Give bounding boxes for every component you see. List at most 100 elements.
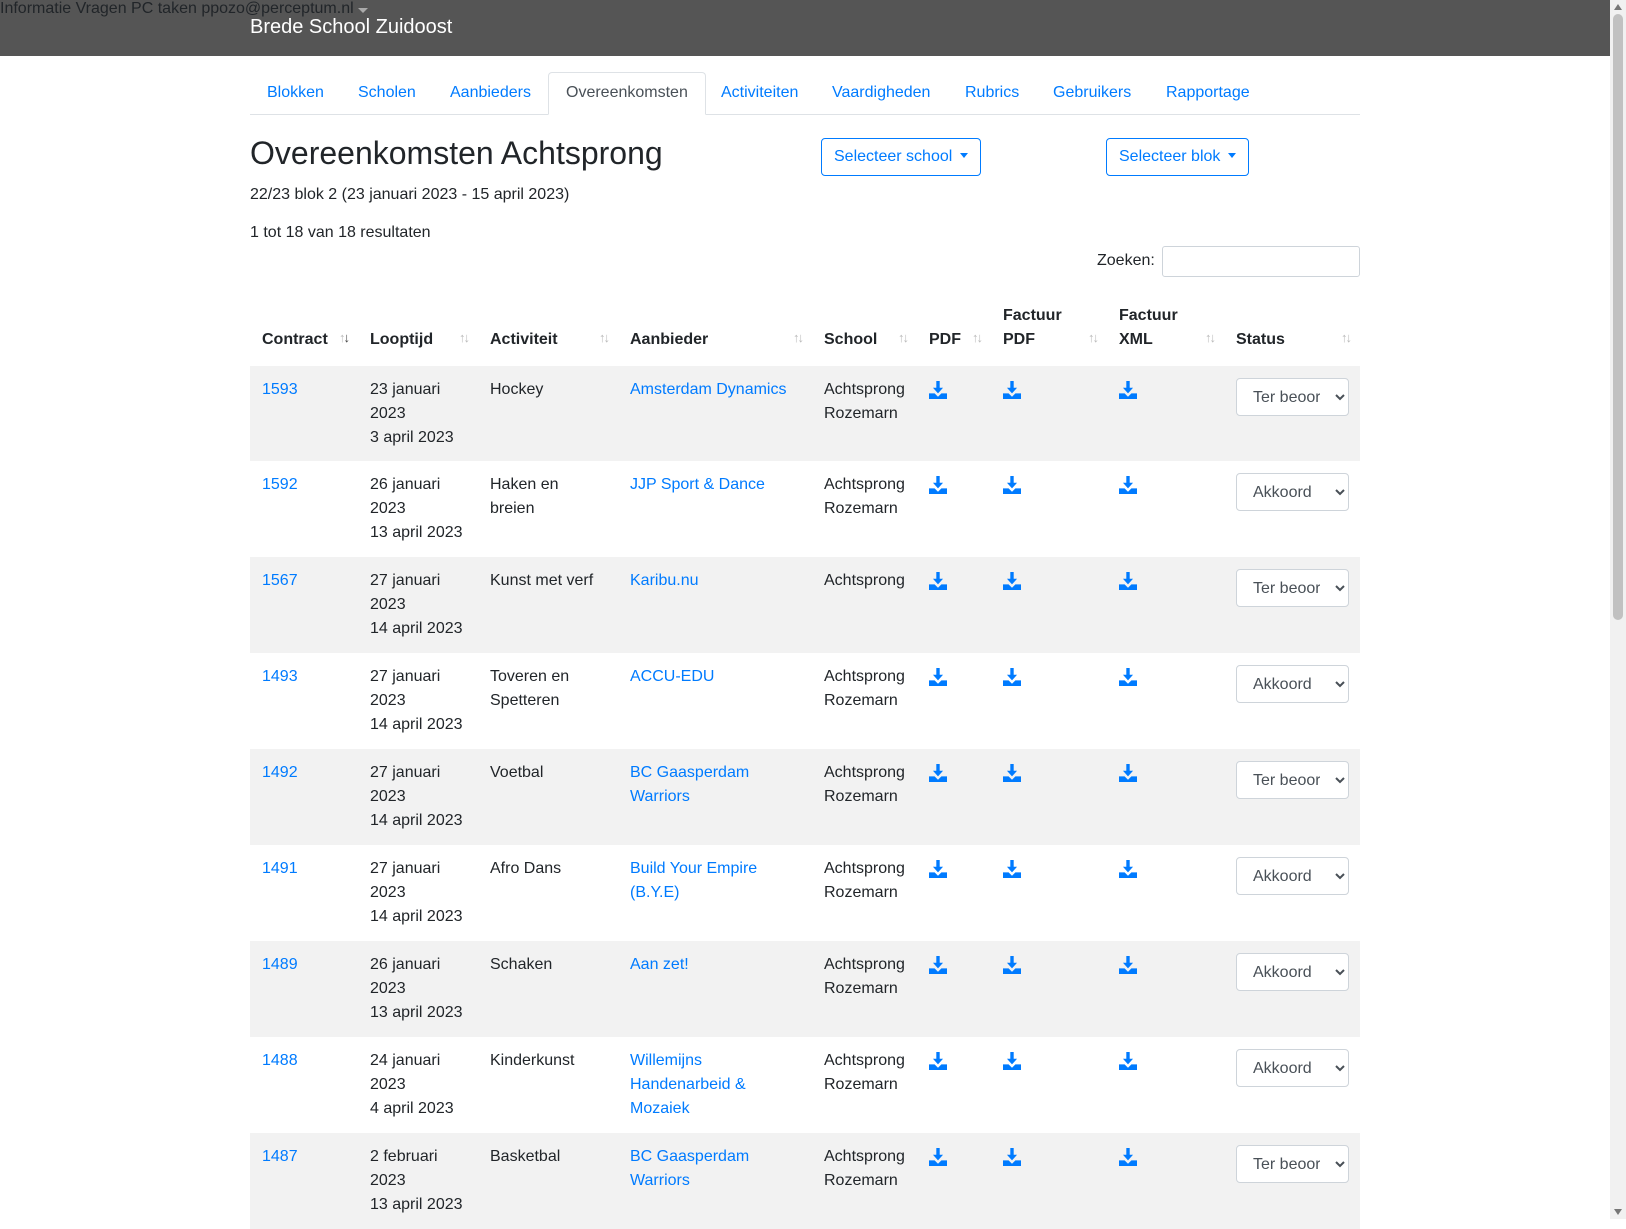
download-pdf-icon[interactable]: [929, 860, 947, 878]
aanbieder-link[interactable]: BC Gaasperdam Warriors: [630, 764, 749, 805]
table-row: 1489 26 januari 2023 13 april 2023 Schake…: [250, 941, 1360, 1037]
download-pdf-icon[interactable]: [929, 476, 947, 494]
download-pdf-icon[interactable]: [929, 1148, 947, 1166]
select-block-button[interactable]: Selecteer blok: [1106, 138, 1250, 176]
period-text: 22/23 blok 2 (23 januari 2023 - 15 april…: [250, 186, 570, 203]
aanbieder-link[interactable]: JJP Sport & Dance: [630, 476, 765, 493]
school-cell: Achtsprong: [812, 557, 917, 653]
search-input[interactable]: [1162, 246, 1360, 277]
header-status[interactable]: Status ↑↓: [1224, 296, 1360, 366]
page-scrollbar[interactable]: [1610, 0, 1626, 1219]
tab-overeenkomsten[interactable]: Overeenkomsten: [548, 72, 706, 115]
status-select[interactable]: Ter beoordelingAkkoord: [1236, 569, 1349, 607]
download-factuur-pdf-icon[interactable]: [1003, 1052, 1021, 1070]
table-row: 1567 27 januari 2023 14 april 2023 Kunst …: [250, 557, 1360, 653]
status-select[interactable]: Ter beoordelingAkkoord: [1236, 761, 1349, 799]
contract-link[interactable]: 1567: [262, 572, 298, 589]
header-pdf[interactable]: PDF ↑↓: [917, 296, 991, 366]
status-select[interactable]: Ter beoordelingAkkoord: [1236, 1049, 1349, 1087]
tab-scholen[interactable]: Scholen: [341, 72, 433, 114]
header-aanbieder[interactable]: Aanbieder ↑↓: [618, 296, 812, 366]
aanbieder-link[interactable]: Build Your Empire (B.Y.E): [630, 860, 757, 901]
status-select[interactable]: Ter beoordelingAkkoord: [1236, 473, 1349, 511]
activiteit-cell: Kinderkunst: [490, 1052, 575, 1069]
status-select[interactable]: Ter beoordelingAkkoord: [1236, 857, 1349, 895]
sort-icon: ↑↓: [339, 330, 350, 345]
top-navbar: Brede School Zuidoost Informatie Vragen …: [0, 0, 1610, 56]
download-pdf-icon[interactable]: [929, 1052, 947, 1070]
tab-vaardigheden[interactable]: Vaardigheden: [815, 72, 947, 114]
download-factuur-xml-icon[interactable]: [1119, 1148, 1137, 1166]
school-cell: Achtsprong Rozemarn: [824, 668, 905, 709]
activiteit-cell: Hockey: [478, 365, 618, 461]
download-factuur-pdf-icon[interactable]: [1003, 764, 1021, 782]
download-factuur-pdf-icon[interactable]: [1003, 572, 1021, 590]
download-factuur-xml-icon[interactable]: [1119, 381, 1137, 399]
header-looptijd[interactable]: Looptijd ↑↓: [358, 296, 478, 366]
download-factuur-pdf-icon[interactable]: [1003, 668, 1021, 686]
table-row: 1593 23 januari 2023 3 april 2023 Hockey …: [250, 365, 1360, 461]
header-school[interactable]: School ↑↓: [812, 296, 917, 366]
nav-link-pc-taken[interactable]: PC taken: [131, 0, 197, 17]
header-factuur-xml[interactable]: Factuur XML ↑↓: [1107, 296, 1224, 366]
header-activiteit[interactable]: Activiteit ↑↓: [478, 296, 618, 366]
aanbieder-link[interactable]: ACCU-EDU: [630, 668, 714, 685]
select-school-button[interactable]: Selecteer school: [821, 138, 982, 176]
download-pdf-icon[interactable]: [929, 668, 947, 686]
brand-title[interactable]: Brede School Zuidoost: [250, 16, 452, 39]
school-cell: Achtsprong Rozemarn: [824, 860, 905, 901]
download-factuur-xml-icon[interactable]: [1119, 764, 1137, 782]
download-pdf-icon[interactable]: [929, 381, 947, 399]
download-factuur-pdf-icon[interactable]: [1003, 476, 1021, 494]
contract-link[interactable]: 1492: [262, 764, 298, 781]
table-row: 1493 27 januari 2023 14 april 2023 Tovere…: [250, 653, 1360, 749]
tab-rubrics[interactable]: Rubrics: [948, 72, 1036, 114]
download-factuur-pdf-icon[interactable]: [1003, 1148, 1021, 1166]
scroll-down-arrow-icon[interactable]: [1614, 1209, 1622, 1215]
download-factuur-xml-icon[interactable]: [1119, 572, 1137, 590]
tab-blokken[interactable]: Blokken: [250, 72, 341, 114]
aanbieder-link[interactable]: Willemijns Handenarbeid & Mozaiek: [630, 1052, 746, 1117]
header-contract[interactable]: Contract ↑↓: [250, 296, 358, 366]
nav-link-informatie[interactable]: Informatie: [0, 0, 71, 17]
status-select[interactable]: Ter beoordelingAkkoord: [1236, 953, 1349, 991]
download-factuur-pdf-icon[interactable]: [1003, 381, 1021, 399]
status-select[interactable]: Ter beoordelingAkkoord: [1236, 378, 1349, 416]
download-pdf-icon[interactable]: [929, 572, 947, 590]
user-menu-caret-icon[interactable]: [358, 0, 369, 17]
aanbieder-link[interactable]: Aan zet!: [630, 956, 689, 973]
nav-link-vragen[interactable]: Vragen: [76, 0, 127, 17]
download-pdf-icon[interactable]: [929, 764, 947, 782]
scrollbar-thumb[interactable]: [1613, 14, 1623, 620]
dropdown-caret-icon: [960, 153, 969, 158]
contract-link[interactable]: 1488: [262, 1052, 298, 1069]
contract-link[interactable]: 1493: [262, 668, 298, 685]
contract-link[interactable]: 1592: [262, 476, 298, 493]
tab-gebruikers[interactable]: Gebruikers: [1036, 72, 1148, 114]
tab-rapportage[interactable]: Rapportage: [1149, 72, 1267, 114]
tab-aanbieders[interactable]: Aanbieders: [433, 72, 548, 114]
download-factuur-xml-icon[interactable]: [1119, 668, 1137, 686]
status-select[interactable]: Ter beoordelingAkkoord: [1236, 1145, 1349, 1183]
download-factuur-xml-icon[interactable]: [1119, 1052, 1137, 1070]
download-factuur-xml-icon[interactable]: [1119, 860, 1137, 878]
contract-link[interactable]: 1491: [262, 860, 298, 877]
header-factuur-pdf[interactable]: Factuur PDF ↑↓: [991, 296, 1107, 366]
status-select[interactable]: Ter beoordelingAkkoord: [1236, 665, 1349, 703]
scroll-up-arrow-icon[interactable]: [1614, 4, 1622, 10]
aanbieder-link[interactable]: Amsterdam Dynamics: [630, 381, 786, 398]
contract-link[interactable]: 1487: [262, 1148, 298, 1165]
school-cell: Achtsprong Rozemarn: [812, 365, 917, 461]
contract-link[interactable]: 1593: [262, 381, 298, 398]
download-factuur-xml-icon[interactable]: [1119, 956, 1137, 974]
nav-link-user-email[interactable]: ppozo@perceptum.nl: [201, 0, 353, 17]
aanbieder-link[interactable]: Karibu.nu: [630, 572, 699, 589]
download-factuur-pdf-icon[interactable]: [1003, 860, 1021, 878]
download-factuur-xml-icon[interactable]: [1119, 476, 1137, 494]
tab-activiteiten[interactable]: Activiteiten: [704, 72, 815, 114]
aanbieder-link[interactable]: BC Gaasperdam Warriors: [630, 1148, 749, 1189]
download-pdf-icon[interactable]: [929, 956, 947, 974]
contract-link[interactable]: 1489: [262, 956, 298, 973]
download-factuur-pdf-icon[interactable]: [1003, 956, 1021, 974]
school-cell: Achtsprong Rozemarn: [824, 476, 905, 517]
